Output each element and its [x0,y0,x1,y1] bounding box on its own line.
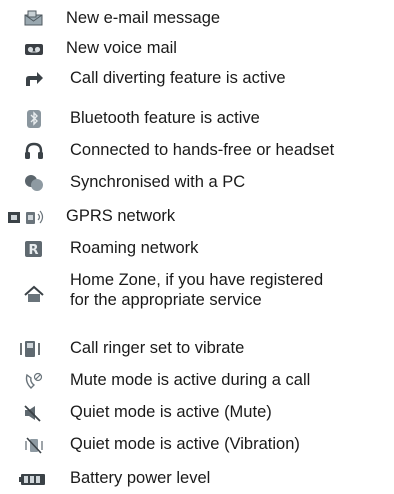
sync-pc-icon [22,172,46,194]
item-label: New voice mail [66,39,177,57]
list-item: Mute mode is active during a call [0,368,394,396]
item-label: Quiet mode is active (Mute) [70,403,272,421]
item-label: New e-mail message [66,9,221,27]
item-label: Battery power level [70,469,211,487]
home-zone-icon [22,283,46,305]
item-label: Bluetooth feature is active [70,109,260,127]
roaming-icon: R [22,238,46,260]
item-label: Call diverting feature is active [70,69,286,87]
item-label: GPRS network [66,207,176,225]
svg-text:R: R [28,243,38,258]
item-label-line2: for the appropriate service [70,291,262,309]
list-item: Synchronised with a PC [0,170,394,198]
item-label: Connected to hands-free or headset [70,141,335,159]
email-icon [22,8,46,30]
item-label-line1: Home Zone, if you have registered [70,271,324,289]
battery-icon [18,468,48,490]
list-item: New e-mail message [0,6,394,34]
list-item: Bluetooth feature is active [0,106,394,134]
bluetooth-icon [22,108,46,130]
list-item: Connected to hands-free or headset [0,138,394,166]
headset-icon [22,140,46,162]
list-item: Home Zone, if you have registered for th… [0,270,394,318]
list-item: New voice mail [0,36,394,64]
mute-call-icon [22,370,46,392]
list-item: Quiet mode is active (Vibration) [0,432,394,460]
gprs-icon [6,206,66,228]
item-label: Call ringer set to vibrate [70,339,245,357]
vibrate-icon [18,338,42,360]
list-item: GPRS network [0,204,394,232]
quiet-vibration-icon [22,434,46,456]
item-label: Mute mode is active during a call [70,371,311,389]
list-item: Call ringer set to vibrate [0,336,394,364]
quiet-mute-icon [22,402,46,424]
item-label: Roaming network [70,239,199,257]
list-item: Battery power level [0,466,394,494]
list-item: R Roaming network [0,236,394,264]
list-item: Quiet mode is active (Mute) [0,400,394,428]
list-item: Call diverting feature is active [0,66,394,94]
call-divert-icon [22,68,46,90]
item-label: Quiet mode is active (Vibration) [70,435,300,453]
item-label: Synchronised with a PC [70,173,246,191]
voicemail-icon [22,38,46,60]
